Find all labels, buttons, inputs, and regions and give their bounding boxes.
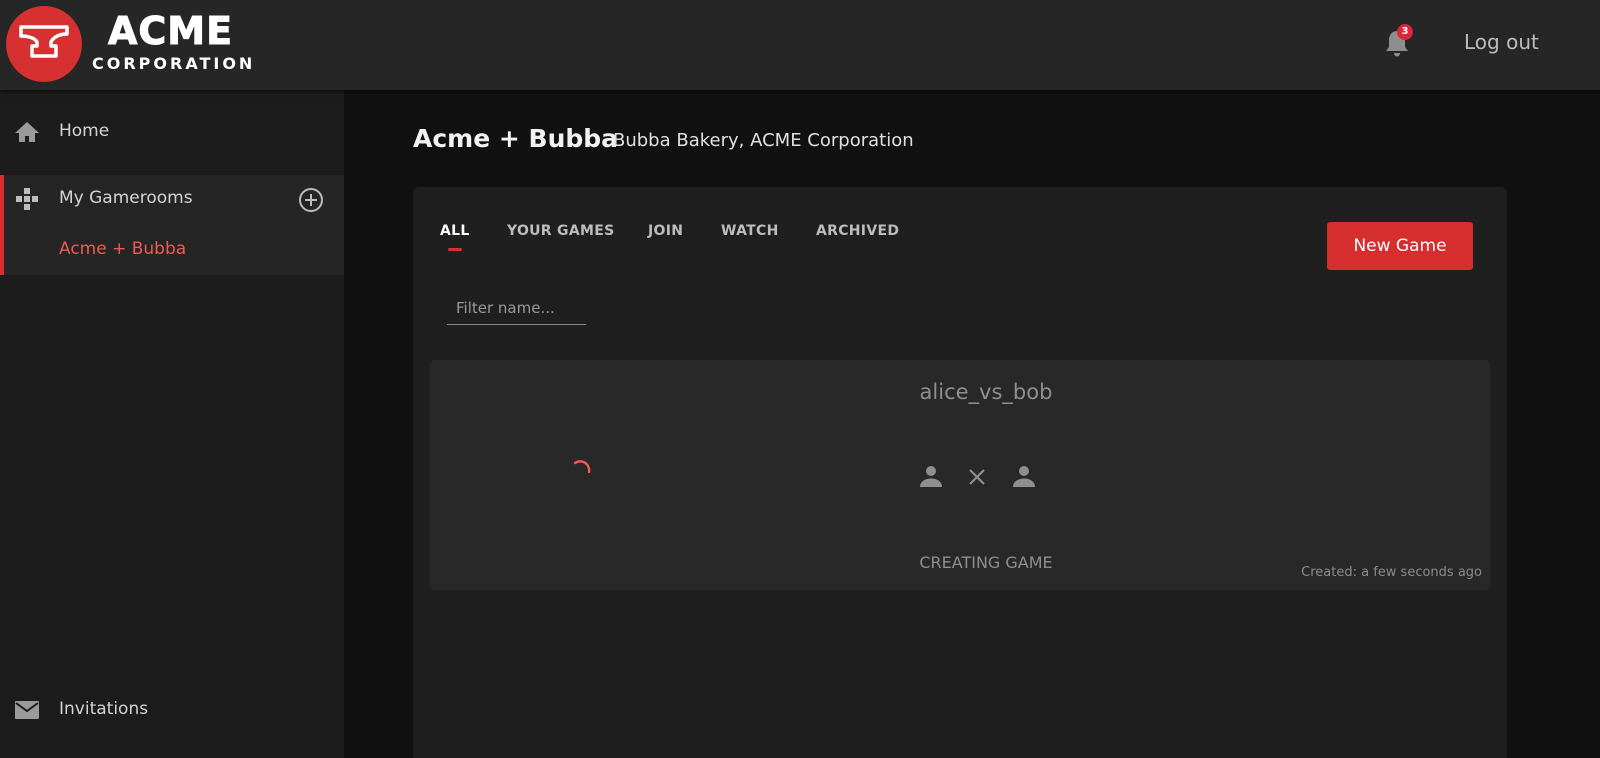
sidebar-item-gamerooms[interactable]: My Gamerooms	[0, 175, 344, 225]
game-name: alice_vs_bob	[919, 380, 1053, 404]
new-game-button[interactable]: New Game	[1327, 222, 1473, 270]
tab-join[interactable]: JOIN	[648, 223, 683, 239]
spinner-icon	[573, 460, 591, 474]
brand-name: ACME	[107, 9, 234, 53]
anvil-icon	[19, 25, 69, 58]
gamepad-icon	[16, 188, 38, 210]
sidebar: Home My Gamerooms Acme + Bubba Invitatio…	[0, 90, 344, 758]
tab-your-games[interactable]: YOUR GAMES	[507, 223, 614, 239]
person-icon	[1013, 466, 1035, 487]
top-bar: ACME CORPORATION 3 Log out	[0, 0, 1600, 90]
close-icon	[969, 469, 985, 485]
mail-icon	[15, 701, 39, 719]
game-card[interactable]: alice_vs_bob CREATING GAME Created: a fe…	[430, 360, 1490, 590]
brand-logo[interactable]	[6, 6, 82, 82]
filter-name-input[interactable]	[447, 291, 586, 325]
sidebar-item-home[interactable]: Home	[0, 108, 344, 156]
home-icon	[15, 122, 39, 142]
page-subtitle: Bubba Bakery, ACME Corporation	[613, 130, 914, 151]
tab-archived[interactable]: ARCHIVED	[816, 223, 899, 239]
sidebar-item-invitations[interactable]: Invitations	[0, 686, 344, 734]
tab-watch[interactable]: WATCH	[721, 223, 779, 239]
notification-badge: 3	[1397, 24, 1413, 40]
sidebar-item-label: Invitations	[59, 699, 149, 719]
sidebar-item-label: My Gamerooms	[59, 188, 193, 208]
players-versus	[920, 466, 1035, 487]
logout-button[interactable]: Log out	[1464, 30, 1539, 54]
game-created-time: Created: a few seconds ago	[1301, 565, 1482, 580]
sidebar-item-label: Home	[59, 121, 110, 141]
sidebar-section-gamerooms: My Gamerooms Acme + Bubba	[0, 175, 344, 275]
plus-circle-icon[interactable]	[298, 187, 324, 213]
sidebar-gameroom-item[interactable]: Acme + Bubba	[59, 239, 186, 259]
active-tab-indicator	[448, 248, 462, 251]
tab-all[interactable]: ALL	[440, 223, 470, 239]
page-title: Acme + Bubba	[413, 124, 619, 153]
games-panel: ALL YOUR GAMES JOIN WATCH ARCHIVED New G…	[413, 187, 1507, 758]
person-icon	[920, 466, 942, 487]
brand-subname: CORPORATION	[92, 54, 256, 73]
